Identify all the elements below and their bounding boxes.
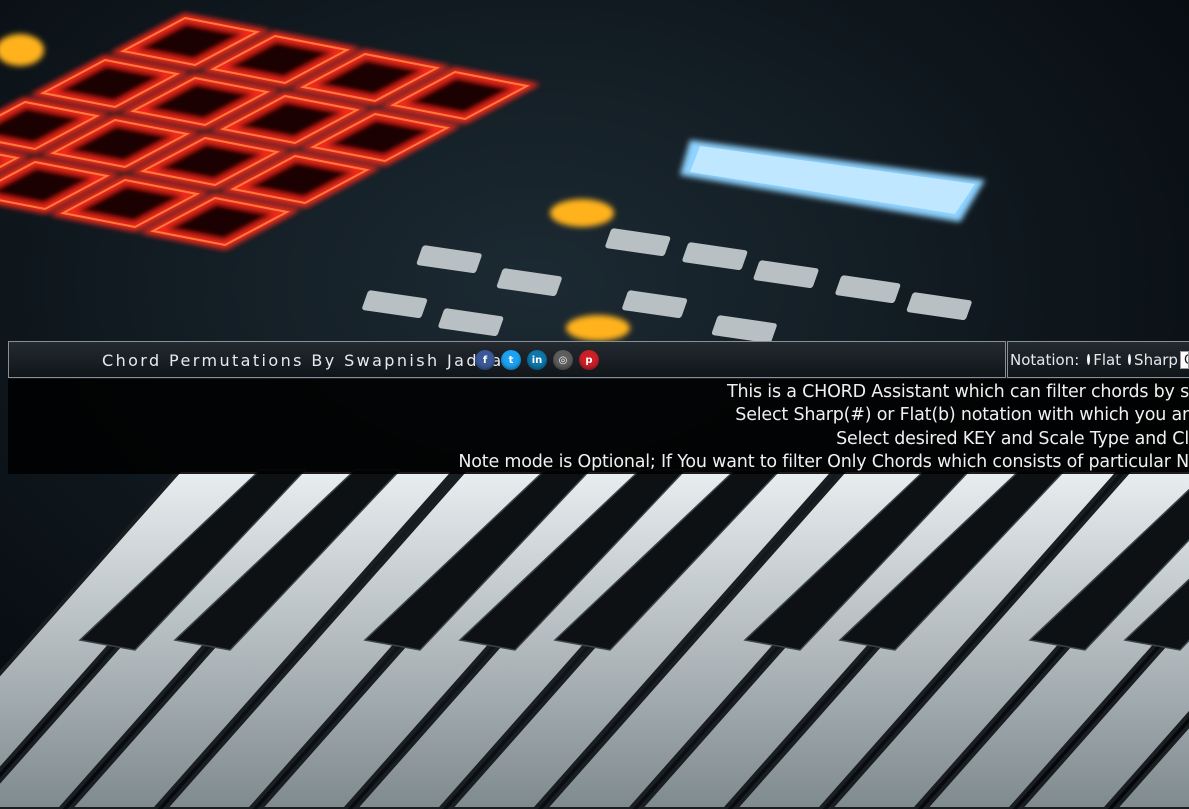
flat-label: Flat — [1093, 350, 1122, 369]
sharp-radio[interactable] — [1128, 354, 1132, 365]
social-links: f t in ◎ p — [475, 350, 599, 370]
site-title: Chord Permutations By Swapnish Jadhav — [102, 351, 516, 370]
notation-label: Notation: — [1010, 350, 1080, 369]
instruction-line-1: This is a CHORD Assistant which can filt… — [726, 382, 1189, 402]
instructions-panel: This is a CHORD Assistant which can filt… — [8, 379, 1189, 474]
header-bar: Chord Permutations By Swapnish Jadhav f … — [8, 341, 1006, 378]
instruction-line-4: Note mode is Optional; If You want to fi… — [458, 452, 1189, 472]
key-select[interactable]: C — [1179, 350, 1189, 369]
notation-panel: Notation: Flat Sharp C — [1007, 341, 1189, 378]
sharp-label: Sharp — [1134, 350, 1178, 369]
instagram-icon[interactable]: ◎ — [553, 350, 573, 370]
flat-radio[interactable] — [1087, 354, 1091, 365]
instruction-line-2: Select Sharp(#) or Flat(b) notation with… — [735, 405, 1189, 425]
pinterest-icon[interactable]: p — [579, 350, 599, 370]
instruction-line-3: Select desired KEY and Scale Type and Cl — [836, 429, 1189, 449]
facebook-icon[interactable]: f — [475, 350, 495, 370]
linkedin-icon[interactable]: in — [527, 350, 547, 370]
twitter-icon[interactable]: t — [501, 350, 521, 370]
